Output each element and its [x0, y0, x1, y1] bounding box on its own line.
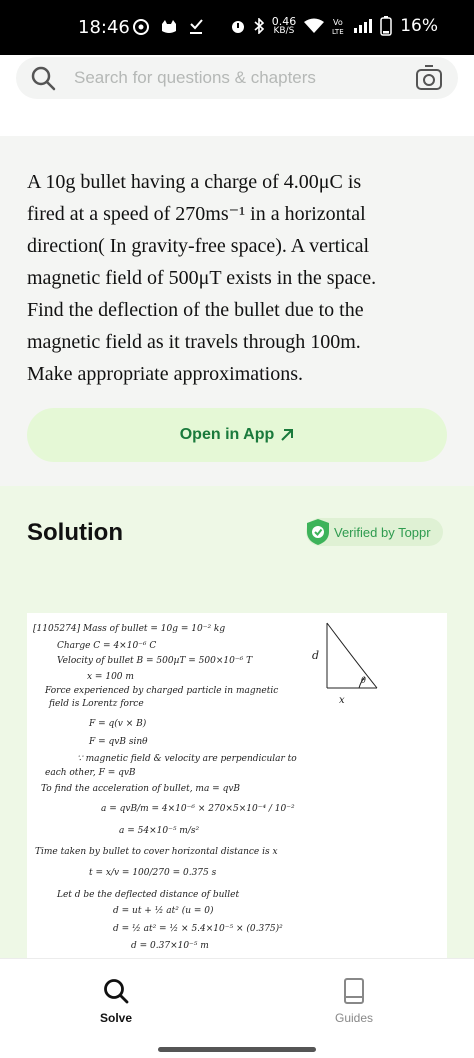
hw-line: t = x/v = 100/270 = 0.375 s: [89, 868, 217, 878]
net-speed-unit: KB/S: [273, 26, 295, 36]
hw-line: Time taken by bullet to cover horizontal…: [35, 847, 278, 857]
nav-guides[interactable]: Guides: [314, 977, 394, 1025]
hw-line: each other, F = qvB: [45, 768, 136, 778]
verified-label: Verified by Toppr: [334, 524, 431, 540]
svg-text:Vo: Vo: [333, 18, 343, 27]
question-text: A 10g bullet having a charge of 4.00μC i…: [27, 166, 447, 390]
cat-icon: [162, 20, 176, 33]
bottom-nav: Solve Guides: [0, 958, 474, 1058]
question-line: magnetic field of 500μT exists in the sp…: [27, 267, 377, 289]
status-bar: 18:46 0.46 KB/S Vo LTE 16%: [0, 0, 474, 55]
search-input[interactable]: Search for questions & chapters: [16, 57, 458, 99]
hw-line: d = ½ at² = ½ × 5.4×10⁻⁵ × (0.375)²: [113, 923, 283, 934]
figure-label-theta: θ: [361, 676, 366, 685]
open-in-app-label: Open in App: [179, 426, 275, 443]
camera-icon[interactable]: [415, 64, 443, 92]
hw-line: ∵ magnetic field & velocity are perpendi…: [77, 754, 297, 764]
net-speed: 0.46 KB/S: [272, 16, 297, 36]
verified-shield-icon: [307, 519, 329, 545]
hw-line: Velocity of bullet B = 500µT = 500×10⁻⁶ …: [57, 656, 253, 666]
download-check-icon: [190, 19, 203, 34]
verified-badge: Verified by Toppr: [306, 518, 443, 546]
question-line: Make appropriate approximations.: [27, 363, 304, 385]
nav-solve[interactable]: Solve: [76, 977, 156, 1025]
nav-guides-label: Guides: [334, 1011, 374, 1025]
status-time: 18:46: [78, 17, 130, 38]
hw-line: F = q(v × B): [88, 718, 147, 729]
hw-line: Charge C = 4×10⁻⁶ C: [57, 641, 156, 651]
open-in-app-button[interactable]: Open in App: [27, 408, 447, 462]
hw-line: a = qvB/m = 4×10⁻⁶ × 270×5×10⁻⁴ / 10⁻²: [101, 804, 295, 814]
solution-title: Solution: [27, 519, 123, 546]
battery-icon: [380, 16, 392, 36]
hw-line: field is Lorentz force: [48, 699, 144, 709]
handwritten-solution-image: [1105274] Mass of bullet = 10g = 10⁻² kg…: [27, 613, 447, 958]
hw-line: Force experienced by charged particle in…: [44, 686, 278, 696]
search-area: Search for questions & chapters: [0, 55, 474, 115]
search-icon: [31, 66, 56, 91]
volte-icon: VoLTE: [332, 18, 344, 35]
question-line: magnetic field as it travels through 100…: [27, 331, 361, 353]
hw-line: Let d be the deflected distance of bulle…: [56, 890, 239, 900]
search-icon: [104, 979, 129, 1004]
book-icon: [344, 978, 364, 1004]
bluetooth-icon: [254, 18, 264, 34]
figure-label-x: x: [339, 695, 345, 706]
status-left-icons: [132, 18, 204, 36]
deflection-figure: [326, 622, 378, 689]
handwritten-solution-svg: [1105274] Mass of bullet = 10g = 10⁻² kg…: [33, 622, 378, 951]
solution-section: Solution Verified by Toppr [1105274] Mas…: [0, 486, 474, 958]
hw-line: [1105274] Mass of bullet = 10g = 10⁻² kg: [33, 624, 225, 634]
question-line: fired at a speed of 270ms⁻¹ in a horizon…: [27, 203, 366, 225]
wifi-icon: [304, 18, 325, 33]
sync-icon: [133, 19, 149, 35]
figure-label-d: d: [312, 649, 319, 662]
question-line: Find the deflection of the bullet due to…: [27, 299, 364, 321]
home-indicator: [158, 1047, 316, 1052]
battery-percent: 16%: [400, 16, 438, 36]
hw-line: d = ut + ½ at² (u = 0): [113, 905, 214, 916]
hw-line: d = 0.37×10⁻⁵ m: [131, 941, 209, 951]
arrow-up-right-icon: [281, 429, 294, 441]
svg-text:LTE: LTE: [332, 28, 344, 35]
nav-solve-label: Solve: [99, 1011, 132, 1025]
hw-line: a = 54×10⁻⁵ m/s²: [119, 826, 199, 836]
question-line: direction( In gravity-free space). A ver…: [27, 235, 370, 257]
status-right: 0.46 KB/S Vo LTE 16%: [230, 16, 438, 36]
hw-line: x = 100 m: [87, 672, 134, 682]
question-card: A 10g bullet having a charge of 4.00μC i…: [0, 136, 474, 486]
hw-line: To find the acceleration of bullet, ma =…: [41, 784, 240, 794]
signal-icon: [354, 19, 373, 33]
alarm-icon: [231, 21, 244, 33]
question-line: A 10g bullet having a charge of 4.00μC i…: [27, 171, 362, 193]
search-placeholder: Search for questions & chapters: [74, 68, 316, 87]
hw-line: F = qvB sinθ: [88, 737, 148, 747]
